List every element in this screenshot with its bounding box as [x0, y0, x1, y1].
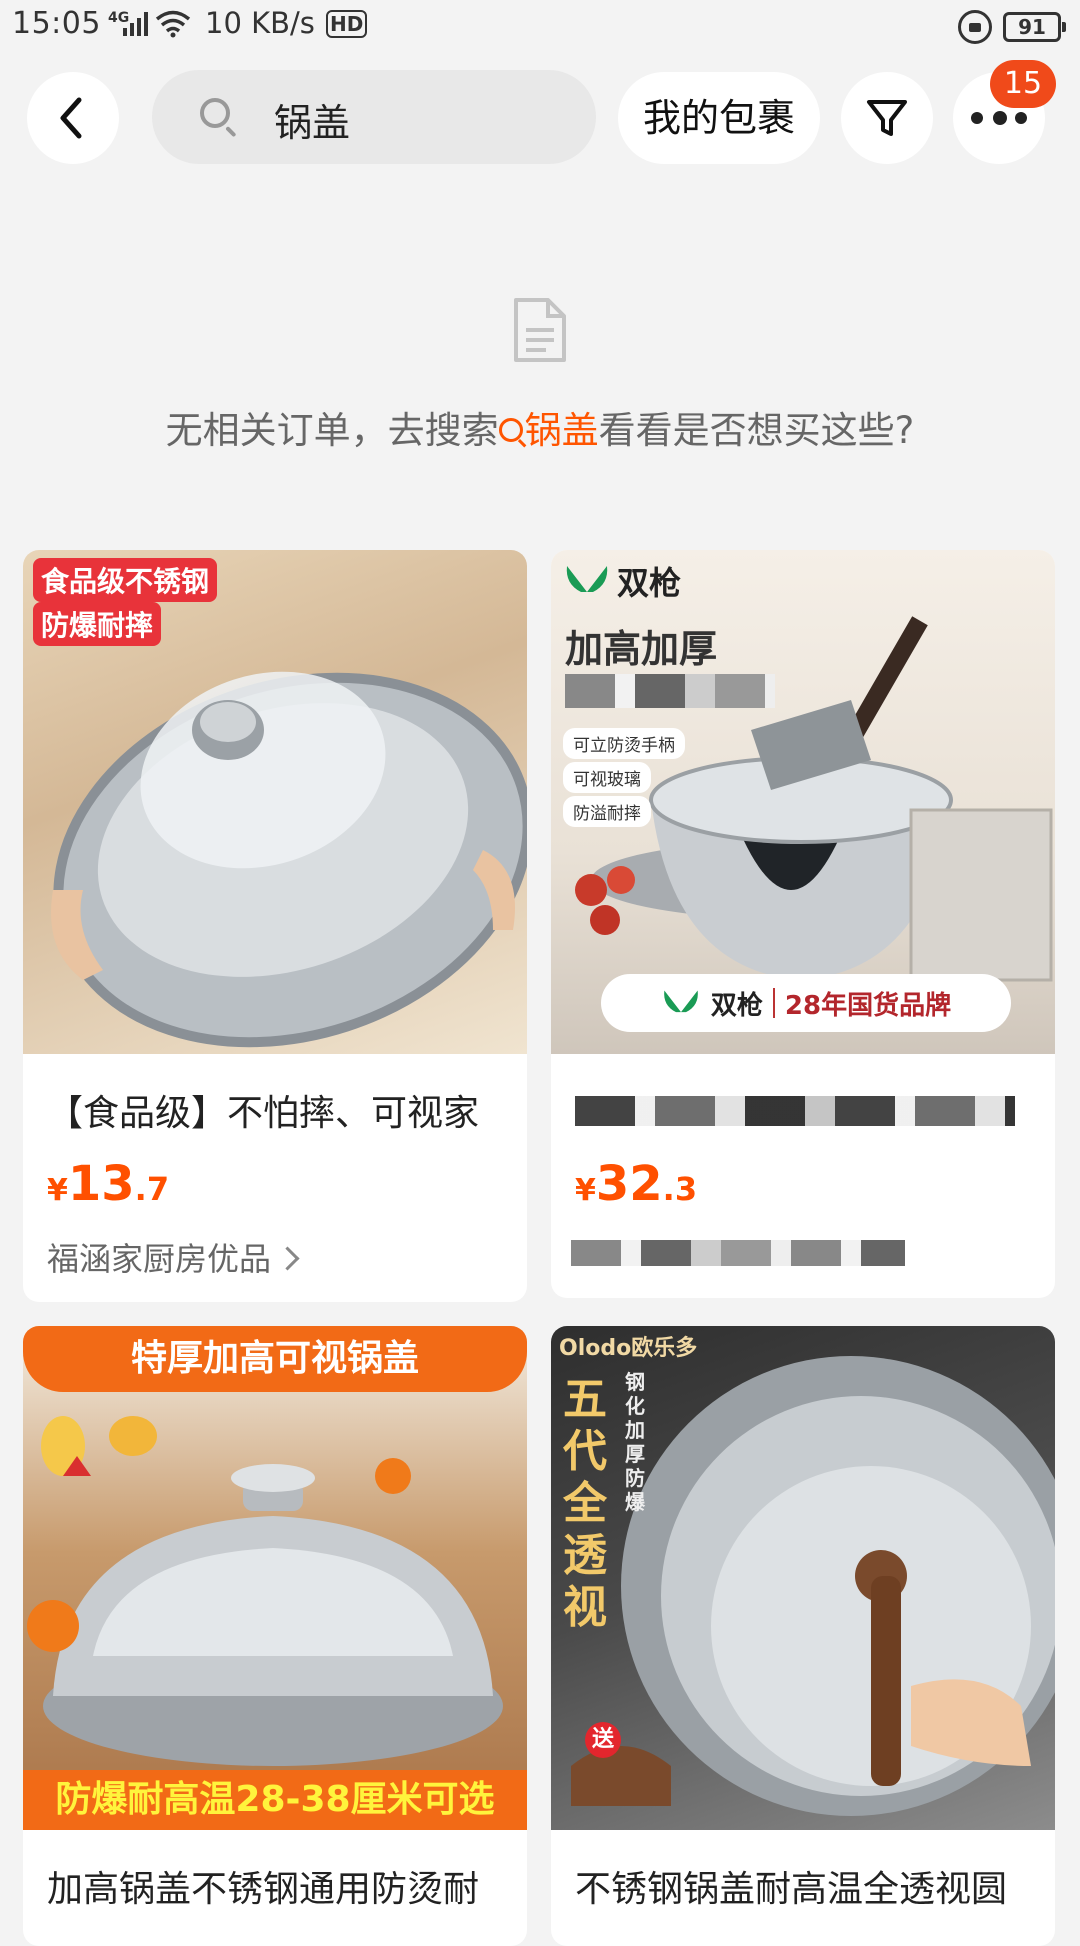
- brand-logo: 双枪: [563, 558, 681, 604]
- feature-tag: 可视玻璃: [563, 762, 651, 793]
- shop-name-redacted: [571, 1240, 905, 1266]
- empty-message-keyword: 锅盖: [524, 409, 599, 452]
- search-query: 锅盖: [274, 101, 351, 145]
- feature-tag: 可立防烫手柄: [563, 728, 685, 759]
- filter-icon: [867, 100, 907, 136]
- chevron-right-icon: [275, 1245, 300, 1271]
- shop-link[interactable]: 福涵家厨房优品: [47, 1234, 300, 1280]
- notification-badge: 15: [990, 60, 1056, 108]
- brand-footer: 双枪 28年国货品牌: [601, 974, 1011, 1032]
- empty-message-prefix: 无相关订单，去搜索: [165, 409, 499, 452]
- butterfly-logo-icon: [664, 990, 698, 1013]
- chevron-left-icon: [60, 97, 82, 139]
- product-card[interactable]: 双枪 加高加厚 可立防烫手柄 可视玻璃 防溢耐摔 双枪 28年国货品牌 ¥32.…: [551, 550, 1055, 1298]
- product-card[interactable]: 特厚加高可视锅盖 防爆耐高温28-38厘米可选 加高锅盖不锈钢通用防烫耐: [23, 1326, 527, 1946]
- product-image[interactable]: 双枪 加高加厚 可立防烫手柄 可视玻璃 防溢耐摔 双枪 28年国货品牌: [551, 550, 1055, 1054]
- dome-lid-illustration: [27, 1416, 503, 1766]
- product-title: 加高锅盖不锈钢通用防烫耐: [47, 1869, 480, 1910]
- product-card[interactable]: 食品级不锈钢 防爆耐摔 【食品级】不怕摔、可视家 ¥13.7 福涵家厨房优品: [23, 550, 527, 1302]
- hd-icon: HD: [326, 10, 368, 38]
- my-packages-button[interactable]: 我的包裹: [618, 72, 820, 164]
- product-image[interactable]: Olodo欧乐多 五代全透视 钢化加厚防爆 送: [551, 1326, 1055, 1830]
- brand-logo: Olodo欧乐多: [559, 1336, 698, 1361]
- product-title-redacted: [575, 1096, 1015, 1126]
- product-title: 【食品级】不怕摔、可视家: [47, 1093, 480, 1134]
- empty-message: 无相关订单，去搜索 锅盖看看是否想买这些?: [0, 400, 1080, 454]
- product-image[interactable]: 特厚加高可视锅盖 防爆耐高温28-38厘米可选: [23, 1326, 527, 1830]
- empty-message-keyword-link[interactable]: 锅盖: [498, 409, 599, 452]
- shop-name: 福涵家厨房优品: [47, 1240, 272, 1278]
- product-price: ¥32.3: [575, 1156, 698, 1212]
- signal-icon: [123, 12, 148, 36]
- search-icon: [200, 98, 230, 128]
- search-input[interactable]: 锅盖: [152, 70, 596, 164]
- empty-message-suffix: 看看是否想买这些?: [598, 409, 915, 452]
- butterfly-logo-icon: [566, 566, 608, 592]
- gift-badge: 送: [585, 1722, 621, 1758]
- image-vertical-text: 五代全透视: [563, 1374, 607, 1633]
- image-banner: 特厚加高可视锅盖: [23, 1326, 527, 1392]
- product-tag: 食品级不锈钢: [33, 558, 218, 602]
- more-dots-icon: [971, 111, 1027, 125]
- wifi-icon: [155, 10, 191, 38]
- network-speed: 10 KB/s: [205, 6, 315, 40]
- product-title: 不锈钢锅盖耐高温全透视圆: [575, 1869, 1008, 1910]
- product-image[interactable]: 食品级不锈钢 防爆耐摔: [23, 550, 527, 1054]
- document-icon: [514, 298, 566, 362]
- product-card[interactable]: Olodo欧乐多 五代全透视 钢化加厚防爆 送 不锈钢锅盖耐高温全透视圆: [551, 1326, 1055, 1946]
- product-tag: 防爆耐摔: [33, 602, 162, 646]
- feature-tag: 防溢耐摔: [563, 796, 651, 827]
- top-bar: 锅盖 我的包裹 15: [0, 60, 1080, 166]
- product-price: ¥13.7: [47, 1156, 170, 1212]
- battery-icon: 91: [1003, 12, 1066, 42]
- redacted-text: [565, 674, 775, 708]
- image-footer: 防爆耐高温28-38厘米可选: [23, 1770, 527, 1830]
- image-headline: 加高加厚: [565, 627, 718, 671]
- search-icon: [498, 417, 523, 442]
- status-time: 15:05: [12, 6, 101, 41]
- image-vertical-small-text: 钢化加厚防爆: [625, 1370, 645, 1514]
- filter-button[interactable]: [841, 72, 933, 164]
- status-bar: 15:05 4G 10 KB/s HD 91: [0, 0, 1080, 56]
- back-button[interactable]: [27, 72, 119, 164]
- rotation-lock-icon: [958, 10, 992, 44]
